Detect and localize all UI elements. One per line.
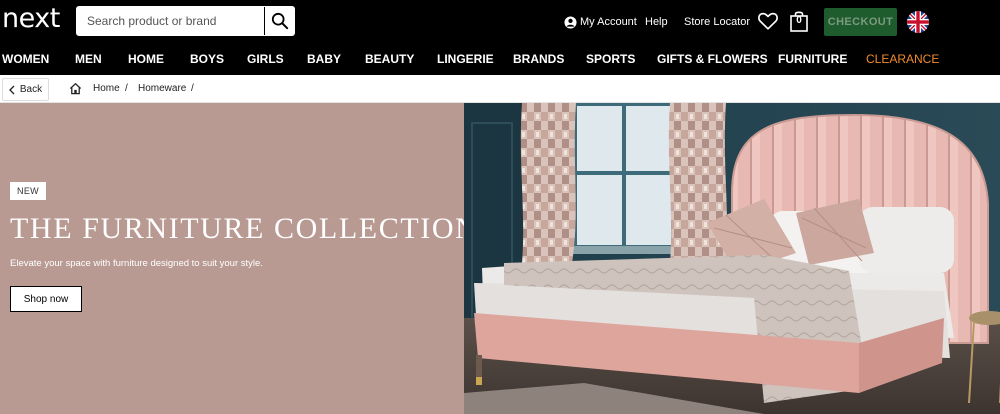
breadcrumb-homeware[interactable]: Homeware — [138, 75, 186, 103]
home-icon[interactable] — [69, 82, 82, 95]
main-nav: WOMEN MEN HOME BOYS GIRLS BABY BEAUTY LI… — [0, 44, 1000, 75]
new-badge: NEW — [10, 182, 46, 200]
heart-icon[interactable] — [757, 10, 779, 32]
breadcrumb: Back Home / Homeware / — [0, 75, 1000, 103]
search-box — [76, 6, 295, 36]
header: next My Account Help Store Locator 0 CHE… — [0, 0, 1000, 44]
breadcrumb-separator: / — [125, 83, 128, 94]
back-button[interactable]: Back — [2, 78, 49, 101]
my-account-label: My Account — [580, 16, 637, 28]
hero-title: THE FURNITURE COLLECTION — [10, 212, 479, 245]
nav-item-sports[interactable]: SPORTS — [586, 44, 635, 75]
nav-item-furniture[interactable]: FURNITURE — [778, 44, 847, 75]
search-input[interactable] — [77, 7, 266, 35]
hero-panel: NEW THE FURNITURE COLLECTION Elevate you… — [0, 103, 477, 414]
nav-item-boys[interactable]: BOYS — [190, 44, 224, 75]
nav-item-clearance[interactable]: CLEARANCE — [866, 44, 939, 75]
nav-item-gifts-flowers[interactable]: GIFTS & FLOWERS — [657, 44, 768, 75]
nav-item-men[interactable]: MEN — [75, 44, 102, 75]
store-locator-link[interactable]: Store Locator — [684, 0, 750, 44]
account-icon — [564, 15, 577, 29]
nav-item-women[interactable]: WOMEN — [2, 44, 49, 75]
checkout-button[interactable]: CHECKOUT — [824, 8, 897, 36]
logo[interactable]: next — [2, 4, 60, 34]
breadcrumb-home[interactable]: Home — [93, 75, 120, 103]
search-icon — [271, 12, 288, 30]
shop-now-button[interactable]: Shop now — [10, 286, 82, 312]
hero-subtitle: Elevate your space with furniture design… — [10, 258, 263, 269]
nav-item-home[interactable]: HOME — [128, 44, 164, 75]
my-account-link[interactable]: My Account — [564, 0, 637, 44]
search-button[interactable] — [264, 7, 294, 35]
bag-count: 0 — [796, 15, 802, 26]
help-link[interactable]: Help — [645, 0, 668, 44]
nav-item-lingerie[interactable]: LINGERIE — [437, 44, 494, 75]
uk-flag-icon[interactable] — [907, 11, 929, 33]
nav-item-beauty[interactable]: BEAUTY — [365, 44, 414, 75]
chevron-left-icon — [8, 85, 15, 94]
nav-item-baby[interactable]: BABY — [307, 44, 341, 75]
nav-item-brands[interactable]: BRANDS — [513, 44, 564, 75]
nav-item-girls[interactable]: GIRLS — [247, 44, 284, 75]
breadcrumb-separator: / — [191, 83, 194, 94]
hero-image[interactable] — [464, 103, 1000, 414]
back-label: Back — [19, 84, 43, 95]
